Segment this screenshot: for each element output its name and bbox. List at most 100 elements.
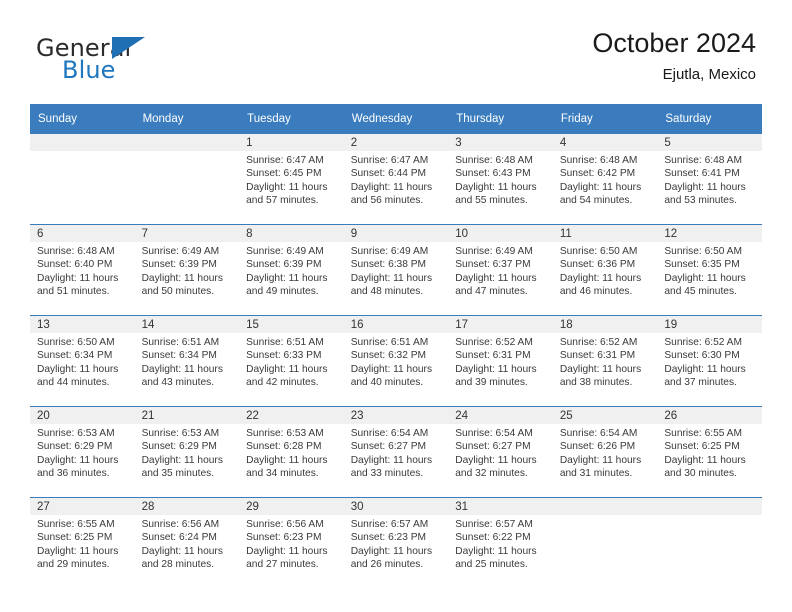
daylight-line-1: Daylight: 11 hours: [664, 272, 746, 284]
sunrise-line: Sunrise: 6:54 AM: [559, 428, 638, 439]
sunset-line: Sunset: 6:43 PM: [455, 168, 531, 180]
daylight-line-2: and 35 minutes.: [141, 468, 215, 480]
calendar-day-cell[interactable]: 21 Sunrise: 6:53 AM Sunset: 6:29 PM Dayligh…: [134, 406, 240, 498]
calendar-day-cell[interactable]: 3 Sunrise: 6:48 AM Sunset: 6:43 PM Daylight…: [448, 134, 553, 225]
sunrise-line: Sunrise: 6:48 AM: [559, 155, 638, 166]
daylight-line-1: Daylight: 11 hours: [141, 454, 223, 466]
daylight-line-2: and 46 minutes.: [559, 286, 633, 298]
sunset-line: Sunset: 6:34 PM: [141, 350, 217, 362]
sunset-line: Sunset: 6:28 PM: [246, 441, 322, 453]
daylight-line-1: Daylight: 11 hours: [350, 454, 433, 466]
calendar-day-cell[interactable]: 15 Sunrise: 6:51 AM Sunset: 6:33 PM Dayligh…: [239, 315, 344, 407]
daylight-line-2: and 27 minutes.: [246, 559, 319, 571]
calendar-day-cell[interactable]: 14 Sunrise: 6:51 AM Sunset: 6:34 PM Dayligh…: [134, 315, 240, 407]
daylight-line-1: Daylight: 11 hours: [664, 454, 746, 466]
calendar-header-row: Sunday Monday Tuesday Wednesday Thursday Frid…: [30, 104, 762, 134]
day-detail-text: Sunrise: 6:49 AM Sunset: 6:38 PM Daylight:…: [344, 242, 449, 299]
calendar-day-cell[interactable]: 22 Sunrise: 6:53 AM Sunset: 6:28 PM Dayligh…: [239, 406, 344, 498]
calendar-day-cell[interactable]: 19 Sunrise: 6:52 AM Sunset: 6:30 PM Dayligh…: [657, 315, 762, 407]
calendar-day-cell-empty: [30, 134, 135, 225]
sunrise-line: Sunrise: 6:47 AM: [350, 155, 429, 166]
day-detail-text: Sunrise: 6:52 AM Sunset: 6:30 PM Daylight:…: [657, 333, 762, 390]
daylight-line-2: and 36 minutes.: [37, 468, 110, 480]
calendar-day-cell[interactable]: 7 Sunrise: 6:49 AM Sunset: 6:39 PM Daylight…: [134, 224, 240, 316]
daylight-line-2: and 28 minutes.: [141, 559, 215, 571]
general-blue-logo[interactable]: General Blue: [36, 34, 256, 88]
calendar-day-cell[interactable]: 11 Sunrise: 6:50 AM Sunset: 6:36 PM Dayligh…: [552, 224, 658, 316]
calendar-day-cell[interactable]: 24 Sunrise: 6:54 AM Sunset: 6:27 PM Dayligh…: [448, 406, 553, 498]
sunset-line: Sunset: 6:37 PM: [455, 259, 531, 271]
daylight-line-1: Daylight: 11 hours: [664, 363, 746, 375]
calendar-day-cell[interactable]: 20 Sunrise: 6:53 AM Sunset: 6:29 PM Dayligh…: [30, 406, 135, 498]
daylight-line-1: Daylight: 11 hours: [37, 272, 119, 284]
daylight-line-1: Daylight: 11 hours: [455, 181, 537, 193]
sunrise-line: Sunrise: 6:54 AM: [350, 428, 429, 439]
calendar-day-cell[interactable]: 2 Sunrise: 6:47 AM Sunset: 6:44 PM Daylight…: [343, 134, 449, 225]
day-number: 11: [552, 225, 658, 242]
calendar-day-cell[interactable]: 31 Sunrise: 6:57 AM Sunset: 6:22 PM Dayligh…: [448, 497, 553, 588]
sunset-line: Sunset: 6:23 PM: [246, 532, 322, 544]
calendar-day-cell[interactable]: 1 Sunrise: 6:47 AM Sunset: 6:45 PM Daylight…: [239, 134, 344, 225]
blue-triangle-flag-icon: [112, 37, 145, 59]
daylight-line-1: Daylight: 11 hours: [455, 363, 537, 375]
sunset-line: Sunset: 6:26 PM: [559, 441, 636, 453]
sunrise-line: Sunrise: 6:48 AM: [664, 155, 742, 166]
daylight-line-2: and 39 minutes.: [455, 377, 528, 389]
calendar-day-cell[interactable]: 12 Sunrise: 6:50 AM Sunset: 6:35 PM Dayligh…: [657, 224, 762, 316]
calendar-day-cell[interactable]: 8 Sunrise: 6:49 AM Sunset: 6:39 PM Daylight…: [239, 224, 344, 316]
calendar-day-cell[interactable]: 9 Sunrise: 6:49 AM Sunset: 6:38 PM Daylight…: [343, 224, 449, 316]
calendar-day-cell[interactable]: 18 Sunrise: 6:52 AM Sunset: 6:31 PM Dayligh…: [552, 315, 658, 407]
calendar-day-cell[interactable]: 10 Sunrise: 6:49 AM Sunset: 6:37 PM Dayligh…: [448, 224, 553, 316]
sunset-line: Sunset: 6:44 PM: [350, 168, 427, 180]
sunset-line: Sunset: 6:25 PM: [37, 532, 113, 544]
sunset-line: Sunset: 6:34 PM: [37, 350, 113, 362]
calendar-day-cell[interactable]: 13 Sunrise: 6:50 AM Sunset: 6:34 PM Dayligh…: [30, 315, 135, 407]
day-detail-text: Sunrise: 6:50 AM Sunset: 6:34 PM Daylight:…: [30, 333, 135, 390]
calendar-day-cell[interactable]: 6 Sunrise: 6:48 AM Sunset: 6:40 PM Daylight…: [30, 224, 135, 316]
daylight-line-2: and 48 minutes.: [350, 286, 424, 298]
calendar-day-cell[interactable]: 17 Sunrise: 6:52 AM Sunset: 6:31 PM Dayligh…: [448, 315, 553, 407]
daylight-line-2: and 31 minutes.: [559, 468, 633, 480]
day-detail-text: Sunrise: 6:50 AM Sunset: 6:35 PM Daylight:…: [657, 242, 762, 299]
daylight-line-1: Daylight: 11 hours: [37, 545, 119, 557]
calendar-day-cell[interactable]: 4 Sunrise: 6:48 AM Sunset: 6:42 PM Daylight…: [552, 134, 658, 225]
calendar-day-cell[interactable]: 23 Sunrise: 6:54 AM Sunset: 6:27 PM Dayligh…: [343, 406, 449, 498]
sunrise-line: Sunrise: 6:49 AM: [350, 246, 429, 257]
daylight-line-2: and 29 minutes.: [37, 559, 110, 571]
sunset-line: Sunset: 6:30 PM: [664, 350, 740, 362]
day-number: 20: [30, 407, 135, 424]
calendar-day-cell[interactable]: 28 Sunrise: 6:56 AM Sunset: 6:24 PM Dayligh…: [134, 497, 240, 588]
sunrise-line: Sunrise: 6:49 AM: [246, 246, 324, 257]
sunset-line: Sunset: 6:27 PM: [350, 441, 427, 453]
day-detail-text: Sunrise: 6:51 AM Sunset: 6:34 PM Daylight:…: [135, 333, 240, 390]
sunset-line: Sunset: 6:41 PM: [664, 168, 740, 180]
daylight-line-1: Daylight: 11 hours: [559, 272, 642, 284]
calendar-day-cell[interactable]: 27 Sunrise: 6:55 AM Sunset: 6:25 PM Dayligh…: [30, 497, 135, 588]
sunset-line: Sunset: 6:39 PM: [246, 259, 322, 271]
day-number: 1: [239, 134, 344, 151]
sunrise-line: Sunrise: 6:57 AM: [455, 519, 533, 530]
weekday-header-monday: Monday: [134, 104, 240, 134]
calendar-day-cell[interactable]: 25 Sunrise: 6:54 AM Sunset: 6:26 PM Dayligh…: [552, 406, 658, 498]
day-number: 12: [657, 225, 762, 242]
sunset-line: Sunset: 6:33 PM: [246, 350, 322, 362]
day-detail-text: [135, 151, 240, 154]
calendar-day-cell[interactable]: 26 Sunrise: 6:55 AM Sunset: 6:25 PM Dayligh…: [657, 406, 762, 498]
sunrise-line: Sunrise: 6:52 AM: [559, 337, 638, 348]
day-detail-text: Sunrise: 6:57 AM Sunset: 6:22 PM Daylight:…: [448, 515, 553, 572]
day-number: 17: [448, 316, 553, 333]
calendar-week-row: 13 Sunrise: 6:50 AM Sunset: 6:34 PM Dayligh…: [30, 315, 762, 407]
daylight-line-2: and 26 minutes.: [350, 559, 424, 571]
sunrise-line: Sunrise: 6:56 AM: [246, 519, 324, 530]
calendar-day-cell[interactable]: 16 Sunrise: 6:51 AM Sunset: 6:32 PM Dayligh…: [343, 315, 449, 407]
daylight-line-1: Daylight: 11 hours: [246, 181, 328, 193]
day-number: 8: [239, 225, 344, 242]
sunrise-line: Sunrise: 6:52 AM: [664, 337, 742, 348]
sunset-line: Sunset: 6:23 PM: [350, 532, 427, 544]
calendar-day-cell[interactable]: 5 Sunrise: 6:48 AM Sunset: 6:41 PM Daylight…: [657, 134, 762, 225]
daylight-line-1: Daylight: 11 hours: [141, 272, 223, 284]
day-detail-text: [553, 515, 658, 518]
sunrise-line: Sunrise: 6:51 AM: [141, 337, 220, 348]
calendar-day-cell[interactable]: 30 Sunrise: 6:57 AM Sunset: 6:23 PM Dayligh…: [343, 497, 449, 588]
calendar-day-cell[interactable]: 29 Sunrise: 6:56 AM Sunset: 6:23 PM Dayligh…: [239, 497, 344, 588]
